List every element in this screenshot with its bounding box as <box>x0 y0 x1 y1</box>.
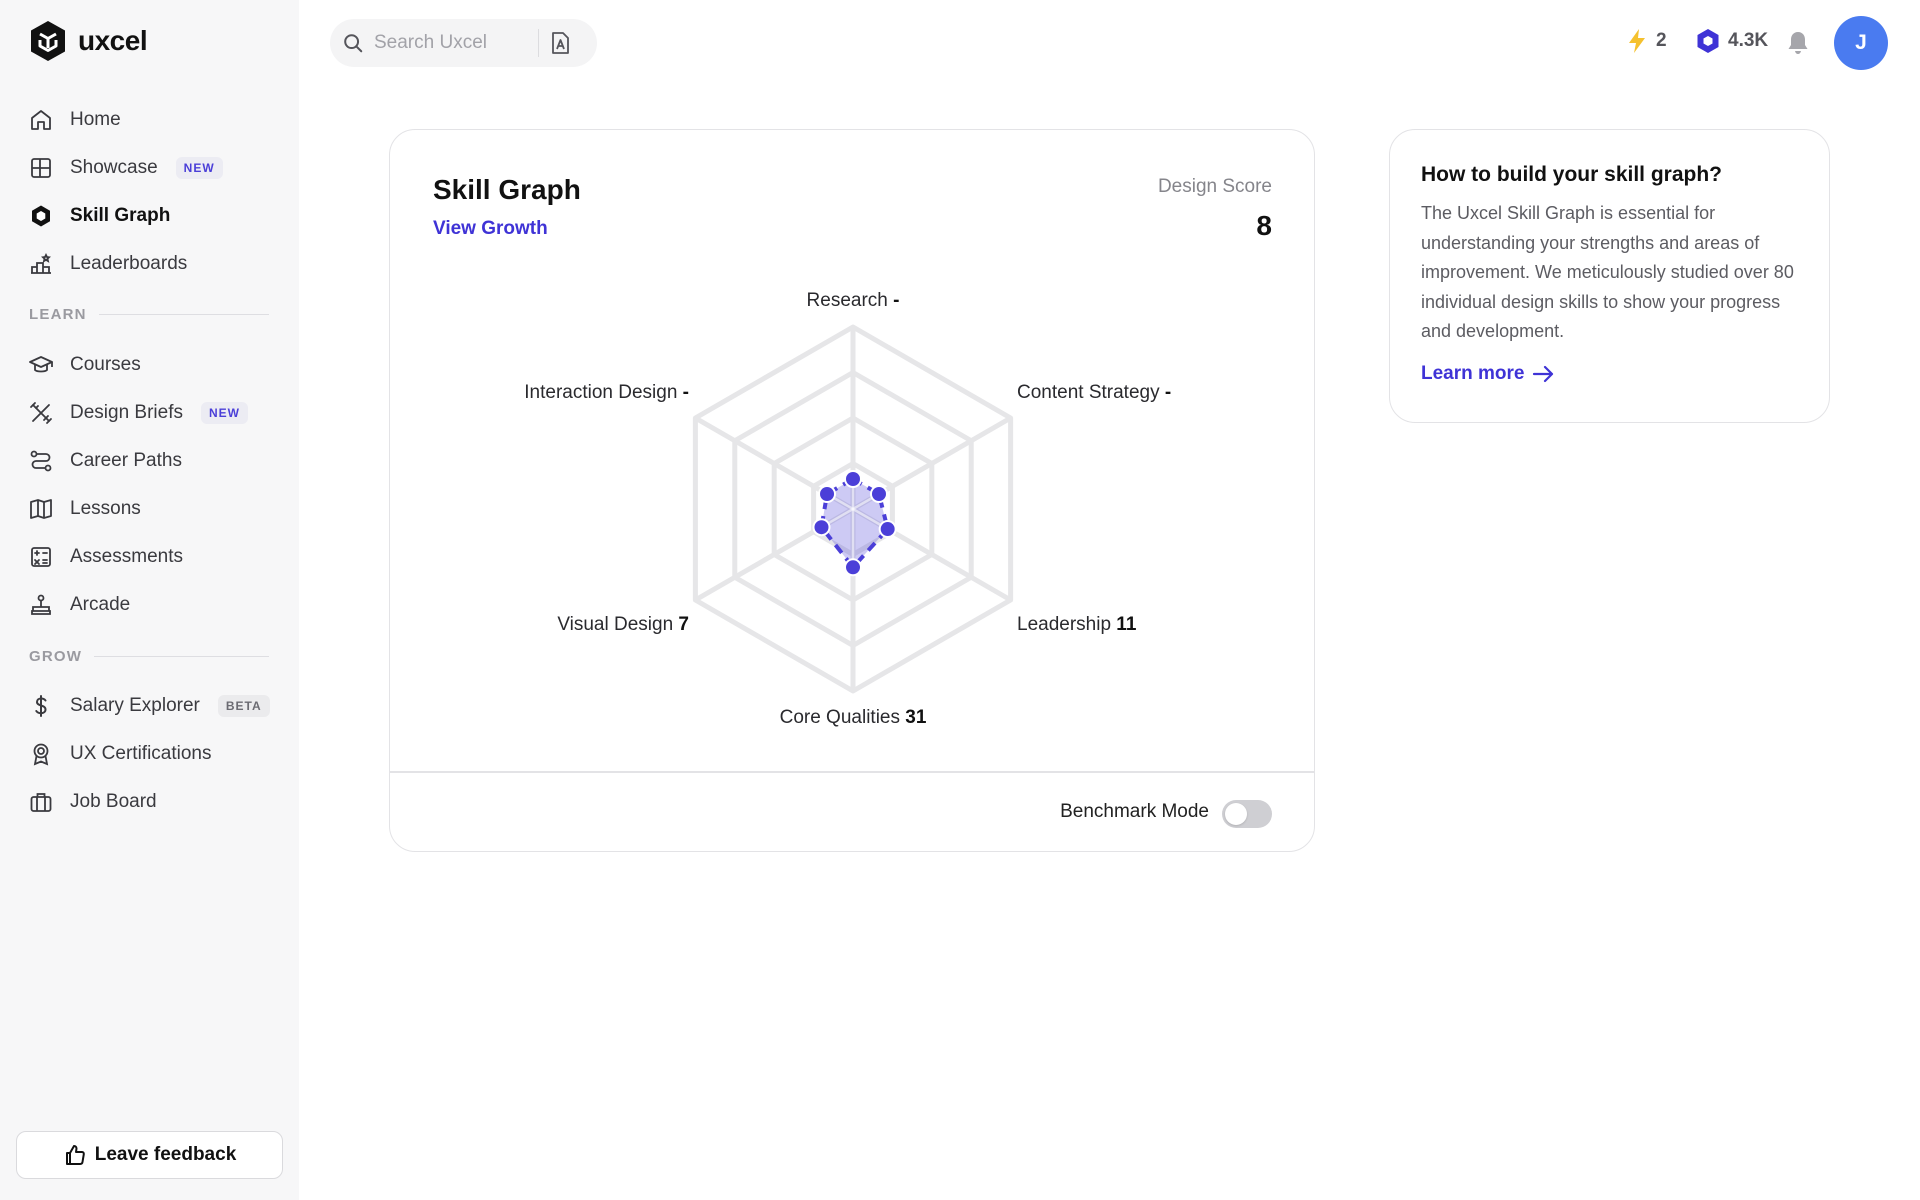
radar-point-leadership <box>880 522 895 537</box>
sidebar-item-leaderboards[interactable]: Leaderboards <box>28 244 187 284</box>
graduation-cap-icon <box>28 352 54 378</box>
lightning-icon <box>1629 29 1645 53</box>
brand-name: uxcel <box>78 25 148 56</box>
radar-point-core-qualities <box>846 560 860 575</box>
section-grow: GROW <box>29 648 269 665</box>
sidebar-item-label: Job Board <box>70 791 157 812</box>
sidebar: uxcel Home Showcase NEW Skill Graph Lead… <box>0 0 299 1200</box>
feedback-label: Leave feedback <box>94 1144 237 1165</box>
hexagon-points-icon <box>1697 29 1719 53</box>
joystick-icon <box>28 592 54 618</box>
section-label: LEARN <box>29 306 87 323</box>
radar-axis-label: Visual Design 7 <box>557 614 689 635</box>
leaderboards-icon <box>28 251 54 277</box>
sidebar-item-home[interactable]: Home <box>28 100 121 140</box>
help-title: How to build your skill graph? <box>1421 163 1723 186</box>
sidebar-item-label: UX Certifications <box>70 743 212 764</box>
design-briefs-icon <box>28 400 54 426</box>
radar-axis-label: Leadership 11 <box>1017 614 1137 635</box>
help-body: The Uxcel Skill Graph is essential for u… <box>1421 203 1794 341</box>
radar-point-interaction-design <box>820 487 835 501</box>
sidebar-item-showcase[interactable]: Showcase NEW <box>28 148 223 188</box>
search-divider <box>538 29 539 57</box>
skill-radar-chart: Research - Content Strategy - Leadership 1… <box>524 290 1171 728</box>
skill-graph-icon <box>28 203 54 229</box>
notification-bell-icon[interactable] <box>1786 30 1810 61</box>
sidebar-item-assessments[interactable]: Assessments <box>28 537 183 577</box>
thumbs-up-icon <box>65 1145 85 1165</box>
sidebar-item-label: Assessments <box>70 546 183 567</box>
radar-axis-label: Research - <box>807 290 900 311</box>
radar-point-content-strategy <box>871 487 886 501</box>
benchmark-mode-label: Benchmark Mode <box>1060 801 1209 822</box>
sidebar-item-salary-explorer[interactable]: Salary Explorer BETA <box>28 686 270 726</box>
radar-axis-label: Interaction Design - <box>524 382 689 403</box>
sidebar-item-label: Design Briefs <box>70 402 183 423</box>
uxcel-logo[interactable]: uxcel <box>28 20 148 62</box>
home-icon <box>28 107 54 133</box>
radar-axis-label: Core Qualities 31 <box>780 707 927 728</box>
new-badge: NEW <box>201 402 248 424</box>
toggle-knob <box>1225 803 1247 825</box>
card-divider <box>390 771 1314 773</box>
sidebar-item-job-board[interactable]: Job Board <box>28 782 157 822</box>
keyboard-shortcut-icon[interactable] <box>549 31 571 55</box>
dollar-icon <box>28 693 54 719</box>
avatar[interactable]: J <box>1834 16 1888 70</box>
sidebar-item-label: Arcade <box>70 594 131 615</box>
sidebar-item-label: Career Paths <box>70 450 182 471</box>
radar-point-research <box>846 472 860 486</box>
sidebar-item-label: Leaderboards <box>70 253 188 274</box>
sidebar-item-design-briefs[interactable]: Design Briefs NEW <box>28 393 248 433</box>
sidebar-item-label: Showcase <box>70 157 158 178</box>
sidebar-item-label: Home <box>70 109 121 130</box>
search-bar[interactable] <box>330 19 597 67</box>
sidebar-item-lessons[interactable]: Lessons <box>28 489 141 529</box>
search-icon <box>344 34 363 53</box>
assessments-icon <box>28 544 54 570</box>
sidebar-item-arcade[interactable]: Arcade <box>28 585 130 625</box>
learn-more-link[interactable]: Learn more <box>1421 363 1554 385</box>
sidebar-item-courses[interactable]: Courses <box>28 345 141 385</box>
sidebar-item-ux-certifications[interactable]: UX Certifications <box>28 734 212 774</box>
arrow-right-icon <box>1533 365 1554 383</box>
skill-graph-card: Skill Graph View Growth Design Score 8 R… <box>389 129 1315 852</box>
section-divider <box>98 314 269 315</box>
radar-point-visual-design <box>814 520 829 535</box>
uxcel-logo-icon <box>31 21 65 61</box>
showcase-icon <box>28 155 54 181</box>
sidebar-item-skill-graph[interactable]: Skill Graph <box>28 196 170 236</box>
section-learn: LEARN <box>29 306 269 323</box>
book-icon <box>28 496 54 522</box>
sidebar-item-label: Salary Explorer <box>70 695 200 716</box>
sidebar-item-label: Courses <box>70 354 141 375</box>
streak-value: 2 <box>1656 30 1667 51</box>
sidebar-item-label: Skill Graph <box>70 205 171 226</box>
points-counter[interactable]: 4.3K <box>1696 28 1768 54</box>
sidebar-item-career-paths[interactable]: Career Paths <box>28 441 182 481</box>
streak-counter[interactable]: 2 <box>1626 28 1667 54</box>
new-badge: NEW <box>175 157 223 179</box>
beta-badge: BETA <box>217 695 270 717</box>
learn-more-label: Learn more <box>1421 363 1525 384</box>
briefcase-icon <box>28 789 54 815</box>
leave-feedback-button[interactable]: Leave feedback <box>16 1131 283 1179</box>
skill-graph-help-card: How to build your skill graph? The Uxcel… <box>1389 129 1830 423</box>
certificate-icon <box>28 741 54 767</box>
points-value: 4.3K <box>1728 30 1769 51</box>
section-label: GROW <box>29 648 83 665</box>
career-paths-icon <box>28 448 54 474</box>
sidebar-item-label: Lessons <box>70 498 141 519</box>
search-input[interactable] <box>374 32 534 54</box>
benchmark-mode-toggle[interactable] <box>1222 800 1272 828</box>
radar-axis-label: Content Strategy - <box>1017 382 1171 403</box>
section-divider <box>94 656 269 657</box>
